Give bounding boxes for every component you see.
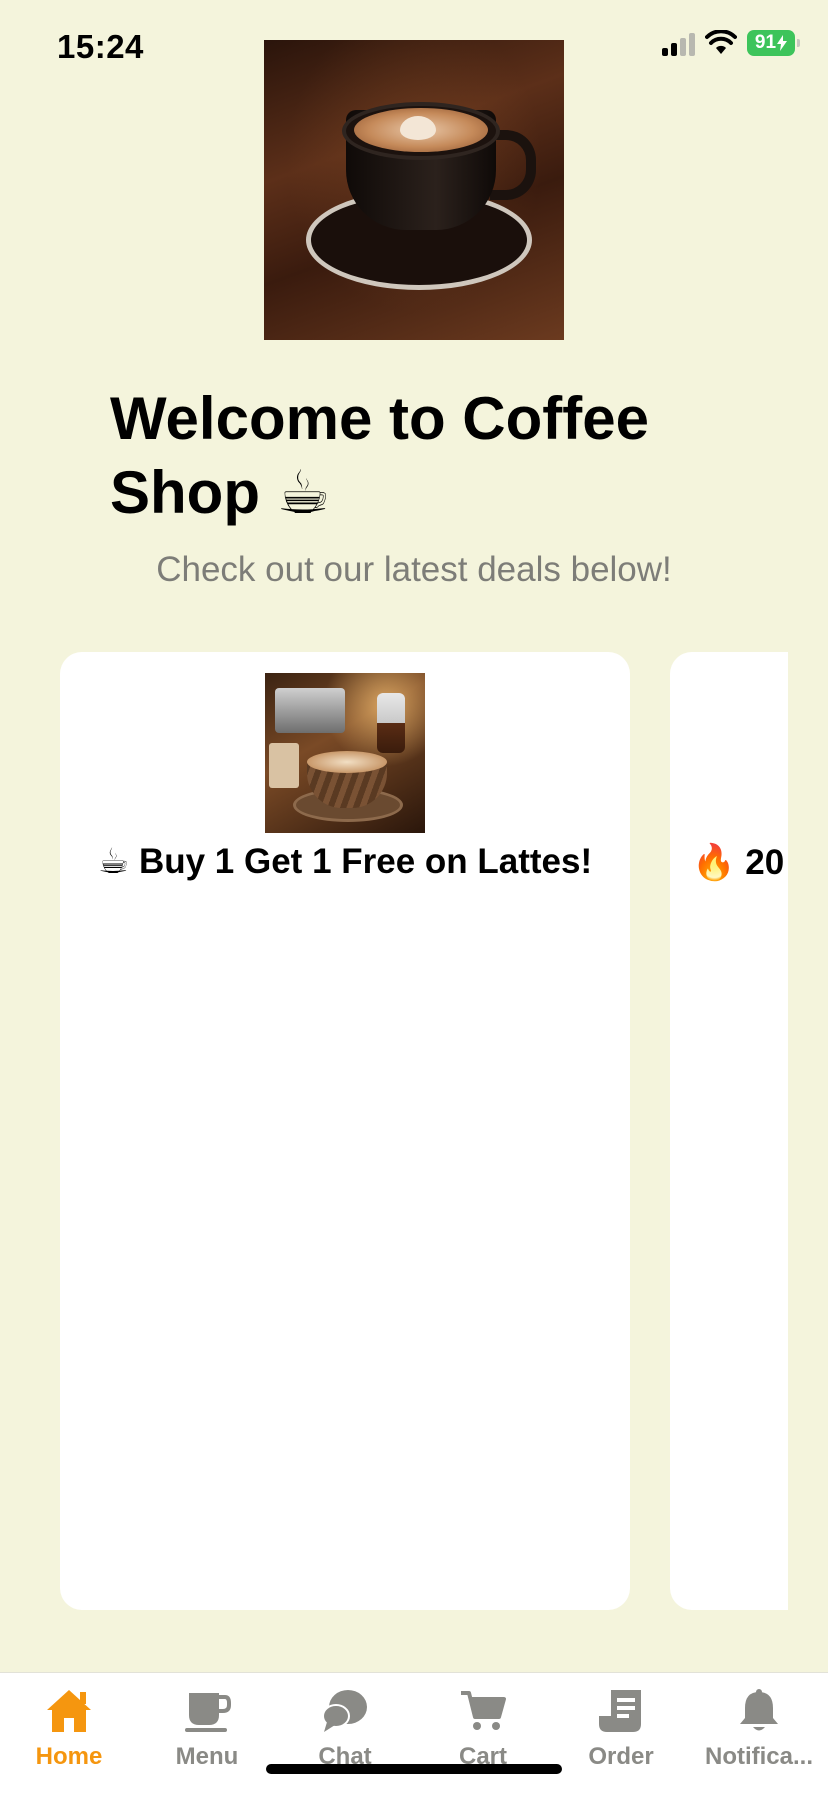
chat-icon	[276, 1687, 414, 1735]
battery-level: 91	[754, 32, 777, 53]
tab-notifications[interactable]: Notifica...	[690, 1687, 828, 1771]
home-icon	[0, 1687, 138, 1735]
tab-label: Order	[588, 1743, 654, 1770]
tab-menu[interactable]: Menu	[138, 1687, 276, 1771]
bell-icon	[690, 1687, 828, 1735]
cart-icon	[414, 1687, 552, 1735]
tab-label: Notifica...	[704, 1743, 813, 1770]
wifi-icon	[705, 30, 737, 54]
deal-card[interactable]: ☕ Buy 1 Get 1 Free on Lattes!	[60, 652, 630, 1610]
tab-label: Home	[35, 1743, 103, 1770]
page-title: Welcome to Coffee Shop ☕	[110, 385, 649, 526]
receipt-icon	[552, 1687, 690, 1735]
tab-label: Menu	[175, 1743, 239, 1770]
hero-coffee-image	[264, 40, 564, 340]
tab-chat[interactable]: Chat	[276, 1687, 414, 1771]
cellular-signal-icon	[662, 30, 695, 56]
tab-bar: Home Menu Chat Cart Order Notifica...	[0, 1672, 828, 1793]
tab-cart[interactable]: Cart	[414, 1687, 552, 1771]
tab-order[interactable]: Order	[552, 1687, 690, 1771]
deal-latte-image	[265, 673, 425, 833]
charging-bolt-icon	[777, 35, 788, 51]
deal-title: 🔥 20	[692, 843, 785, 882]
cup-icon	[138, 1687, 276, 1735]
status-time: 15:24	[57, 28, 144, 65]
deal-card[interactable]: 🔥 20	[670, 652, 788, 1610]
status-icons: 91	[662, 30, 800, 56]
battery-icon: 91	[747, 30, 800, 56]
deal-title: ☕ Buy 1 Get 1 Free on Lattes!	[97, 842, 593, 881]
tab-home[interactable]: Home	[0, 1687, 138, 1771]
home-indicator	[266, 1764, 562, 1774]
page-subtitle: Check out our latest deals below!	[156, 550, 672, 589]
